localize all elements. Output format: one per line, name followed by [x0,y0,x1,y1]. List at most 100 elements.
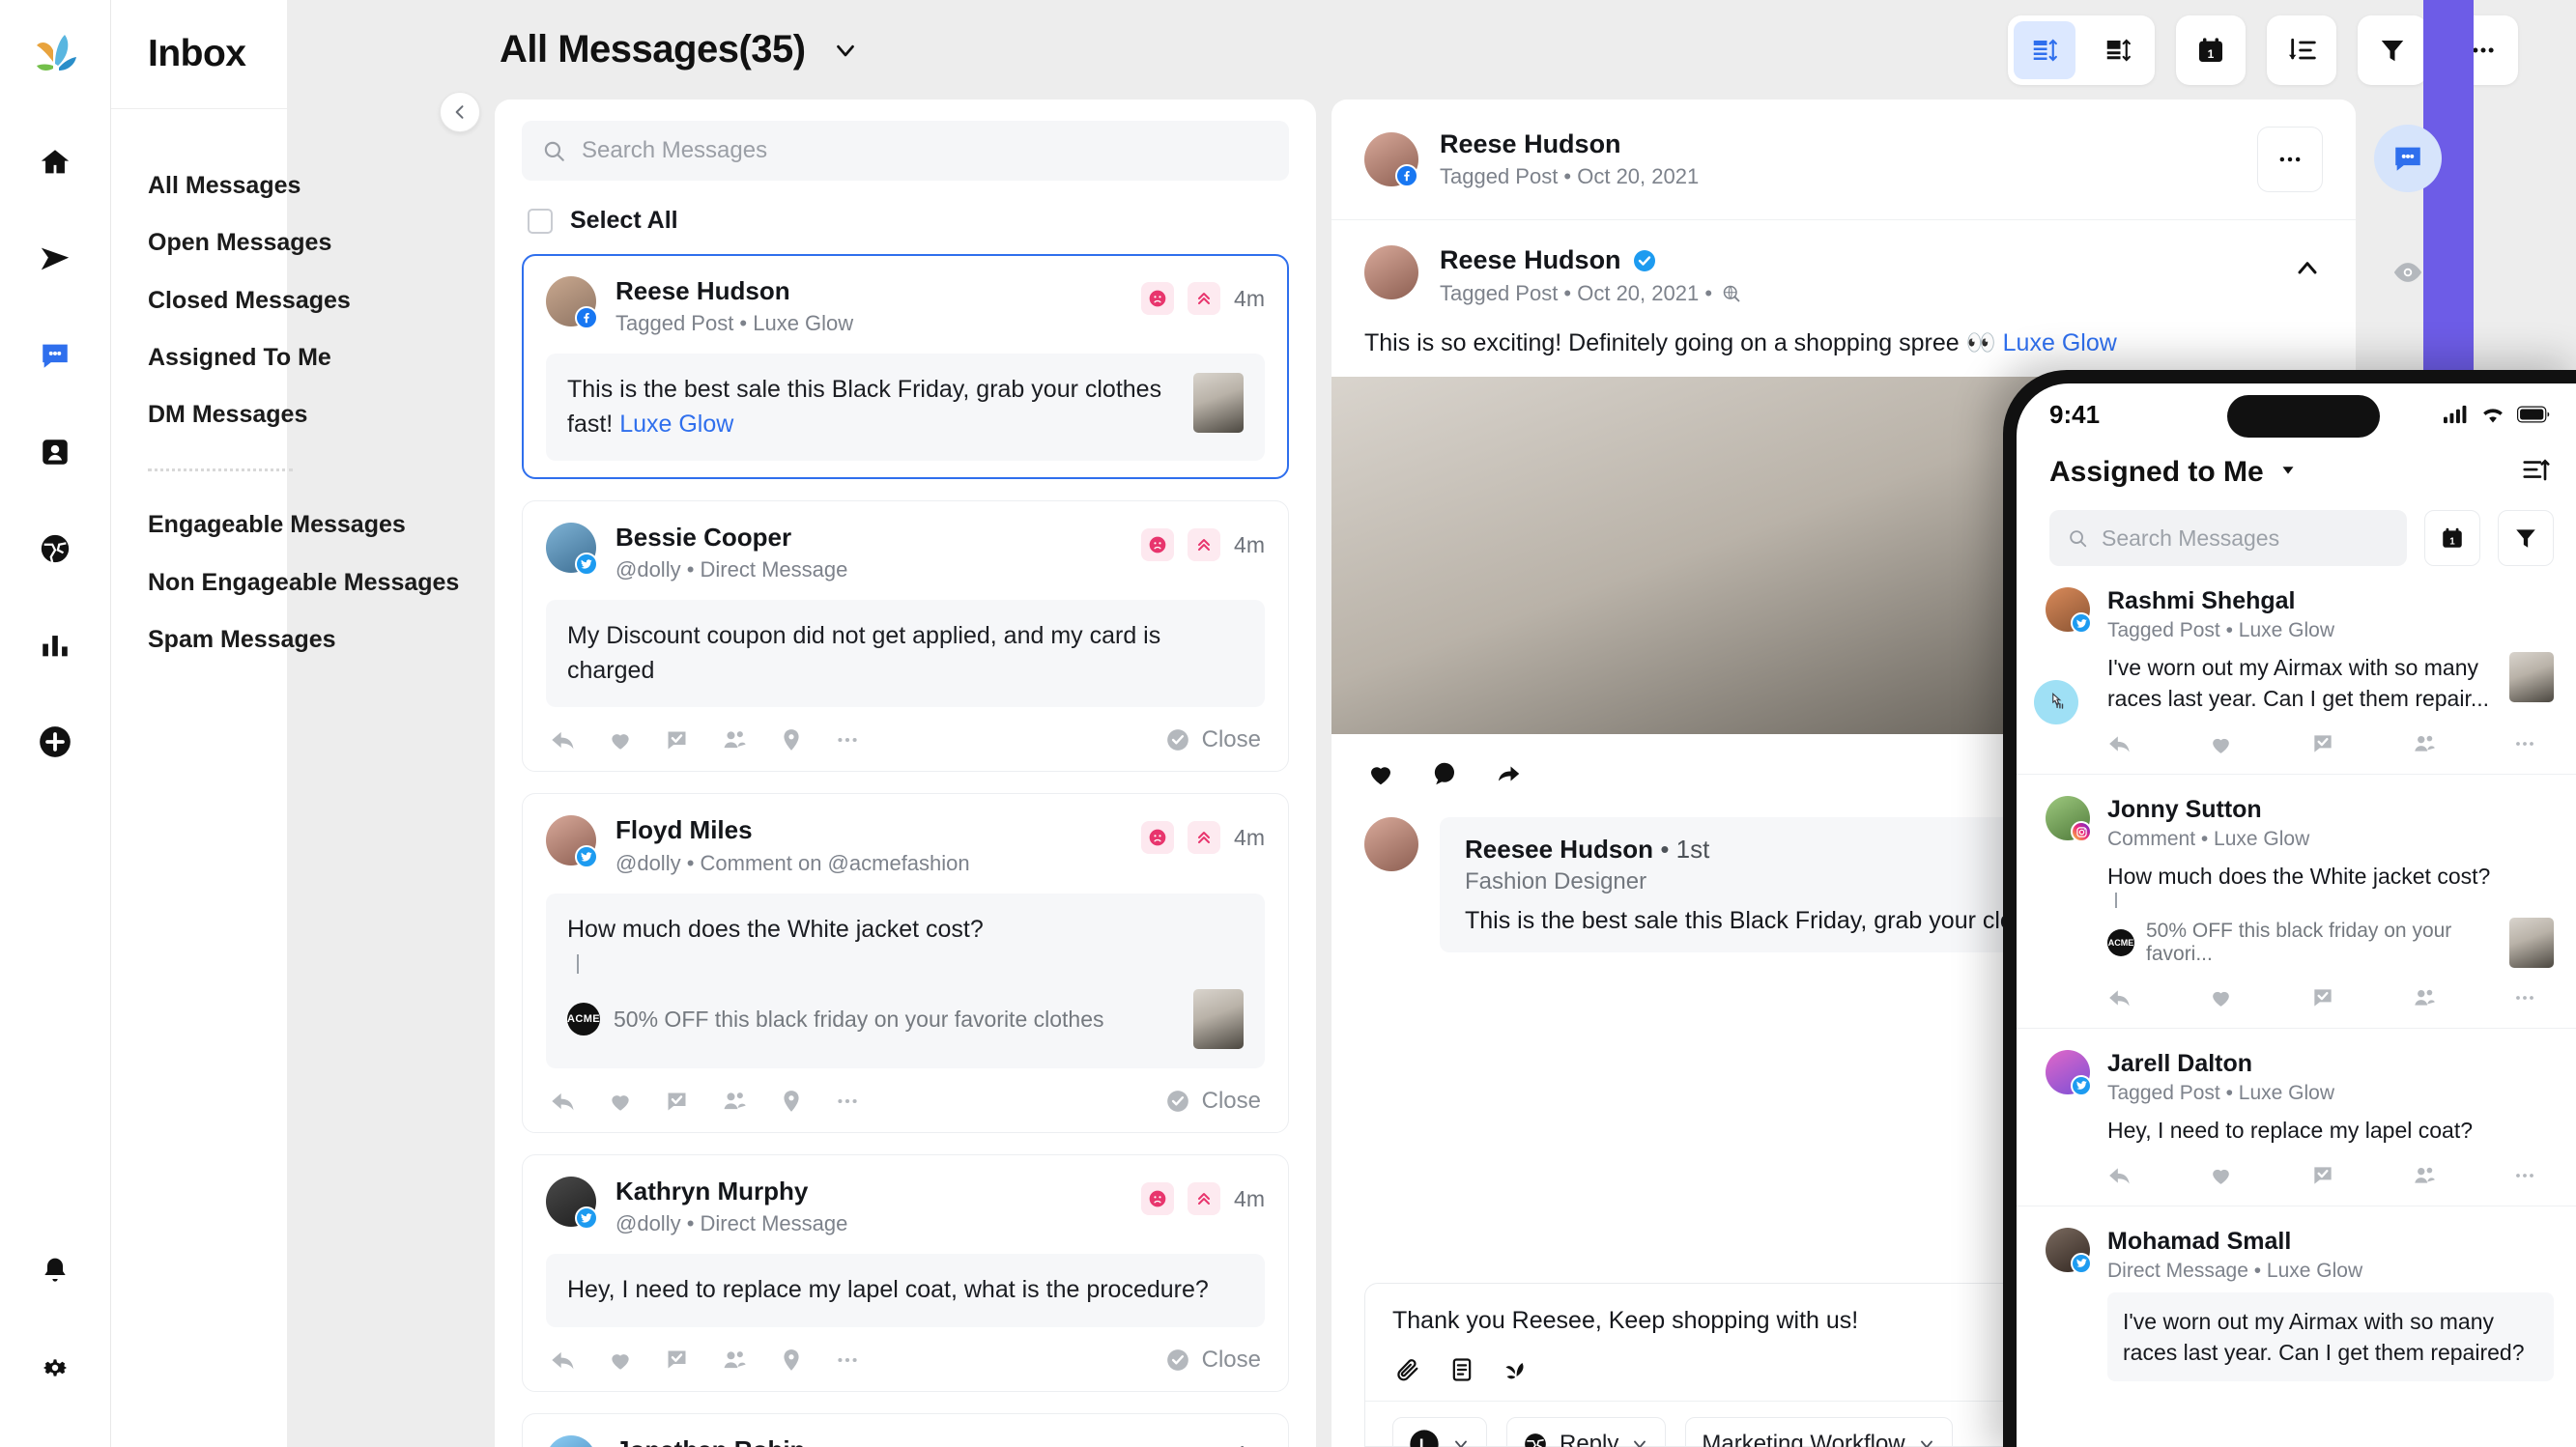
message-card[interactable]: Floyd Miles @dolly • Comment on @acmefas… [522,793,1289,1134]
close-button[interactable]: Close [1165,1347,1261,1374]
sprout-logo-icon[interactable] [28,27,82,81]
sidebar-item-listening[interactable] [32,525,78,572]
ellipsis-icon[interactable] [835,727,860,752]
filter-funnel-icon[interactable] [2358,14,2427,85]
calendar-icon[interactable]: 1 [2424,510,2480,566]
priority-badge[interactable] [1188,1182,1221,1216]
message-card[interactable]: Jonathan Robin @dolly • Direct Message 4… [522,1412,1289,1447]
quoted-post[interactable]: ACME 50% OFF this black friday on your f… [2107,917,2554,968]
rail-item-watch[interactable] [2374,239,2442,306]
sidebar-item-spam-messages[interactable]: Spam Messages [148,611,336,668]
assign-people-icon[interactable] [721,726,748,753]
message-link[interactable]: Luxe Glow [619,411,733,438]
message-thumbnail[interactable] [1193,989,1244,1050]
select-all-row[interactable]: Select All [528,207,1289,235]
sidebar-item-reports[interactable] [32,622,78,668]
select-all-checkbox[interactable] [528,208,553,234]
tag-icon[interactable] [779,1348,804,1373]
check-bubble-icon[interactable] [664,727,690,753]
check-bubble-icon[interactable] [2310,985,2335,1010]
check-bubble-icon[interactable] [664,1089,690,1115]
reply-icon[interactable] [2107,985,2132,1010]
message-card[interactable]: Bessie Cooper @dolly • Direct Message 4m… [522,500,1289,773]
phone-list-item[interactable]: Jonny Sutton Comment • Luxe Glow How muc… [2017,775,2576,1029]
message-thumbnail[interactable] [1193,373,1244,434]
sidebar-item-dm-messages[interactable]: DM Messages [148,386,307,443]
heart-icon[interactable] [1366,759,1395,788]
sidebar-item-compose[interactable] [32,719,78,765]
heart-icon[interactable] [2209,1163,2233,1187]
template-icon[interactable] [1448,1356,1475,1383]
reply-icon[interactable] [550,1088,577,1115]
ellipsis-icon[interactable] [2257,127,2323,192]
sort-ascending-icon[interactable] [2521,455,2550,489]
assign-people-icon[interactable] [2412,985,2437,1010]
list-compact-icon[interactable] [2014,20,2075,79]
workflow-selector[interactable]: Marketing Workflow [1685,1417,1953,1447]
collapse-panel-button[interactable] [440,92,480,132]
sentiment-badge[interactable] [1141,528,1175,562]
chevron-up-icon[interactable] [2292,245,2323,289]
sidebar-item-publish[interactable] [32,236,78,282]
tag-icon[interactable] [779,727,804,752]
post-link[interactable]: Luxe Glow [2003,329,2117,356]
reply-icon[interactable] [550,1347,577,1374]
list-expanded-icon[interactable] [2087,21,2149,79]
message-card[interactable]: Reese Hudson Tagged Post • Luxe Glow 4m … [522,254,1289,480]
sort-descending-icon[interactable] [2267,14,2336,85]
heart-icon[interactable] [2209,985,2233,1009]
ellipsis-icon[interactable] [2513,1164,2536,1187]
sentiment-badge[interactable] [1141,1182,1175,1216]
sentiment-badge[interactable] [1141,821,1175,855]
close-button[interactable]: Close [1165,726,1261,753]
assign-people-icon[interactable] [2412,731,2437,756]
ellipsis-icon[interactable] [2513,732,2536,755]
phone-search-input[interactable]: Search Messages [2049,510,2407,566]
ellipsis-icon[interactable] [835,1348,860,1373]
heart-icon[interactable] [2209,732,2233,756]
quoted-post[interactable]: ACME 50% OFF this black friday on your f… [567,989,1244,1050]
message-card[interactable]: Kathryn Murphy @dolly • Direct Message 4… [522,1154,1289,1392]
ellipsis-icon[interactable] [2513,986,2536,1009]
sentiment-badge[interactable] [1141,282,1175,315]
ellipsis-icon[interactable] [835,1089,860,1114]
attachment-icon[interactable] [1394,1356,1421,1383]
rail-item-messages[interactable] [2374,125,2442,192]
sidebar-item-all-messages[interactable]: All Messages [148,157,301,214]
tag-icon[interactable] [779,1089,804,1114]
check-bubble-icon[interactable] [2310,1163,2335,1188]
heart-icon[interactable] [608,1089,633,1114]
heart-icon[interactable] [608,727,633,752]
share-icon[interactable] [1494,759,1523,788]
phone-list-item[interactable]: Rashmi Shehgal Tagged Post • Luxe Glow I… [2017,566,2576,776]
phone-list-item[interactable]: Jarell Dalton Tagged Post • Luxe Glow He… [2017,1029,2576,1206]
check-bubble-icon[interactable] [2310,731,2335,756]
chevron-down-icon[interactable] [831,36,860,65]
sidebar-item-closed-messages[interactable]: Closed Messages [148,272,351,329]
close-button[interactable]: Close [1165,1088,1261,1115]
gear-icon[interactable] [32,1345,78,1391]
sidebar-item-engageable-messages[interactable]: Engageable Messages [148,497,406,553]
sidebar-item-open-messages[interactable]: Open Messages [148,214,331,271]
reply-icon[interactable] [2107,731,2132,756]
priority-badge[interactable] [1188,528,1221,562]
assign-people-icon[interactable] [721,1088,748,1115]
message-thumbnail[interactable] [2509,652,2554,702]
filter-funnel-icon[interactable] [2498,510,2554,566]
reply-icon[interactable] [550,726,577,753]
calendar-icon[interactable]: 1 [2176,14,2246,85]
sidebar-item-home[interactable] [32,139,78,185]
phone-list-item[interactable]: Mohamad Small Direct Message • Luxe Glow… [2017,1206,2576,1399]
reply-icon[interactable] [2107,1163,2132,1188]
comment-icon[interactable] [1430,759,1459,788]
profile-selector[interactable]: L [1392,1417,1487,1447]
heart-icon[interactable] [608,1348,633,1373]
sprout-asset-icon[interactable] [1503,1356,1530,1383]
sidebar-item-inbox[interactable] [32,332,78,379]
check-bubble-icon[interactable] [664,1347,690,1373]
search-input[interactable]: Search Messages [522,121,1289,181]
priority-badge[interactable] [1188,282,1221,315]
sidebar-item-contacts[interactable] [32,429,78,475]
sidebar-item-assigned-to-me[interactable]: Assigned To Me [148,329,331,386]
message-thumbnail[interactable] [2509,917,2554,968]
